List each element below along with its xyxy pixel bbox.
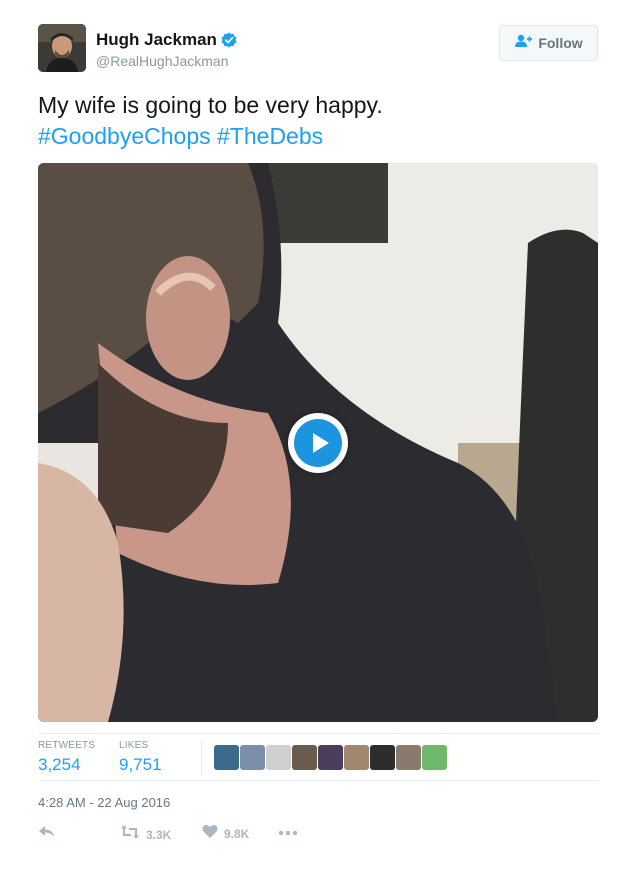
stats-divider: [201, 740, 202, 776]
liker-avatar[interactable]: [422, 745, 447, 770]
likes-count: 9,751: [119, 755, 162, 774]
tweet-actions: 3.3K 9.8K: [38, 824, 598, 844]
liker-avatar[interactable]: [266, 745, 291, 770]
play-icon: [294, 419, 342, 467]
retweets-stat[interactable]: RETWEETS 3,254: [38, 740, 95, 775]
reply-icon: [38, 824, 56, 845]
likes-label: LIKES: [119, 740, 149, 751]
tweet-card: Hugh Jackman @RealHughJackman Follow My …: [0, 0, 637, 879]
liker-avatar[interactable]: [214, 745, 239, 770]
liker-avatar[interactable]: [240, 745, 265, 770]
tweet-text: My wife is going to be very happy. #Good…: [38, 90, 598, 152]
tweet-body: My wife is going to be very happy.: [38, 92, 383, 118]
like-action-count: 9.8K: [224, 827, 250, 841]
hashtag-link[interactable]: #TheDebs: [217, 123, 323, 149]
video-player[interactable]: [38, 163, 598, 722]
retweets-count: 3,254: [38, 755, 81, 774]
liker-avatar[interactable]: [344, 745, 369, 770]
more-icon: [278, 824, 298, 842]
retweet-button[interactable]: 3.3K: [120, 824, 171, 845]
name-row: Hugh Jackman: [96, 30, 237, 50]
liker-avatar[interactable]: [396, 745, 421, 770]
liker-avatar[interactable]: [370, 745, 395, 770]
tweet-stats: RETWEETS 3,254 LIKES 9,751: [38, 733, 598, 781]
likes-stat[interactable]: LIKES 9,751: [119, 740, 162, 775]
retweets-label: RETWEETS: [38, 740, 96, 751]
follow-person-icon: [514, 34, 534, 53]
retweet-icon: [120, 824, 140, 845]
tweet-timestamp[interactable]: 4:28 AM - 22 Aug 2016: [38, 795, 170, 810]
hashtag-row: #GoodbyeChops #TheDebs: [38, 121, 598, 152]
like-button[interactable]: 9.8K: [202, 824, 249, 844]
author-handle[interactable]: @RealHughJackman: [96, 53, 229, 69]
follow-button[interactable]: Follow: [499, 25, 598, 61]
play-button[interactable]: [288, 413, 348, 473]
more-button[interactable]: [278, 824, 298, 842]
hashtag-link[interactable]: #GoodbyeChops: [38, 123, 211, 149]
liker-avatar[interactable]: [292, 745, 317, 770]
avatar[interactable]: [38, 24, 86, 72]
follow-button-label: Follow: [538, 35, 583, 51]
liker-avatar[interactable]: [318, 745, 343, 770]
author-name[interactable]: Hugh Jackman: [96, 30, 217, 50]
retweet-action-count: 3.3K: [146, 827, 172, 842]
tweet-header: Hugh Jackman @RealHughJackman Follow: [38, 24, 598, 74]
reply-button[interactable]: [38, 824, 56, 845]
liker-avatars: [214, 745, 447, 770]
verified-badge-icon: [221, 32, 237, 48]
heart-icon: [202, 824, 218, 844]
